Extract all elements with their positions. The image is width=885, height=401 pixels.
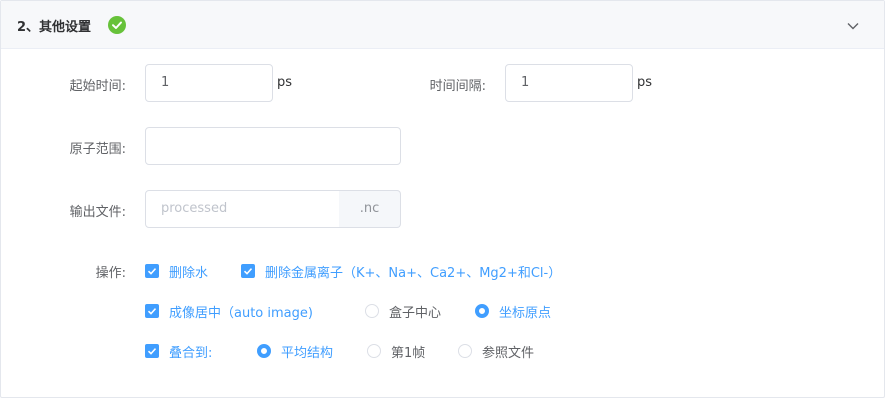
ref-average-radio[interactable] [257,344,271,358]
interval-label: 时间间隔: [429,79,486,94]
settings-panel: 2、其他设置 [0,0,885,398]
remove-water-label[interactable]: 删除水 [169,262,208,281]
output-file-suffix: .nc [339,190,401,228]
start-time-unit: ps [277,75,293,90]
center-origin-label[interactable]: 坐标原点 [499,302,551,321]
remove-ions-label[interactable]: 删除金属离子（K+、Na+、Ca2+、Mg2+和Cl-） [265,262,561,281]
start-time-label: 起始时间: [69,79,126,94]
check-circle-icon [108,16,126,34]
remove-water-checkbox[interactable] [145,264,159,278]
chevron-down-icon[interactable] [846,18,860,32]
center-box-label[interactable]: 盒子中心 [389,302,441,321]
image-center-checkbox[interactable] [145,304,159,318]
output-file-input[interactable]: processed [145,190,340,228]
image-center-label[interactable]: 成像居中（auto image) [169,302,313,321]
atom-range-input[interactable] [145,127,401,165]
start-time-input[interactable]: 1 [145,64,273,102]
atom-range-label: 原子范围: [69,142,126,157]
center-origin-radio[interactable] [475,304,489,318]
ref-frame1-label[interactable]: 第1帧 [391,342,425,361]
interval-input[interactable]: 1 [505,64,633,102]
remove-ions-checkbox[interactable] [241,264,255,278]
ref-file-radio[interactable] [458,344,472,358]
superpose-checkbox[interactable] [145,344,159,358]
interval-unit: ps [637,75,653,90]
ref-average-label[interactable]: 平均结构 [281,342,333,361]
operations-label: 操作: [95,266,126,281]
ref-file-label[interactable]: 参照文件 [482,342,534,361]
output-file-label: 输出文件: [69,205,126,220]
panel-header[interactable]: 2、其他设置 [1,1,884,49]
ref-frame1-radio[interactable] [367,344,381,358]
panel-title: 2、其他设置 [17,20,92,35]
superpose-label[interactable]: 叠合到: [169,342,212,361]
center-box-radio[interactable] [365,304,379,318]
